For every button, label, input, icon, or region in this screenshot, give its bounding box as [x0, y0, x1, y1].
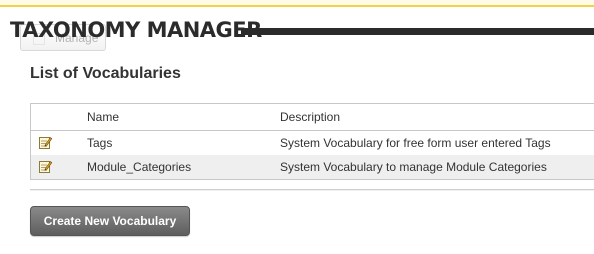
section-title: List of Vocabularies	[30, 65, 181, 82]
edit-cell	[31, 155, 87, 179]
vocabulary-table: Name Description Tags System Vocabulary …	[30, 103, 594, 180]
notice-strip	[0, 0, 594, 7]
table-row: Tags System Vocabulary for free form use…	[31, 131, 594, 155]
divider	[30, 189, 594, 191]
vocabulary-name[interactable]: Module_Categories	[87, 160, 280, 174]
header-rule	[241, 28, 594, 35]
column-header-description: Description	[280, 110, 341, 124]
column-header-edit	[31, 104, 87, 130]
vocabulary-description: System Vocabulary for free form user ent…	[280, 136, 551, 150]
create-new-vocabulary-button[interactable]: Create New Vocabulary	[30, 206, 190, 236]
vocabulary-description: System Vocabulary to manage Module Categ…	[280, 160, 547, 174]
edit-cell	[31, 131, 87, 155]
table-row: Module_Categories System Vocabulary to m…	[31, 155, 594, 179]
table-header-row: Name Description	[31, 104, 594, 131]
vocabulary-name[interactable]: Tags	[87, 136, 280, 150]
column-header-name: Name	[87, 110, 120, 124]
edit-pencil-icon[interactable]	[39, 136, 52, 149]
page-title: TAXONOMY MANAGER	[10, 18, 262, 42]
edit-pencil-icon[interactable]	[39, 160, 52, 173]
